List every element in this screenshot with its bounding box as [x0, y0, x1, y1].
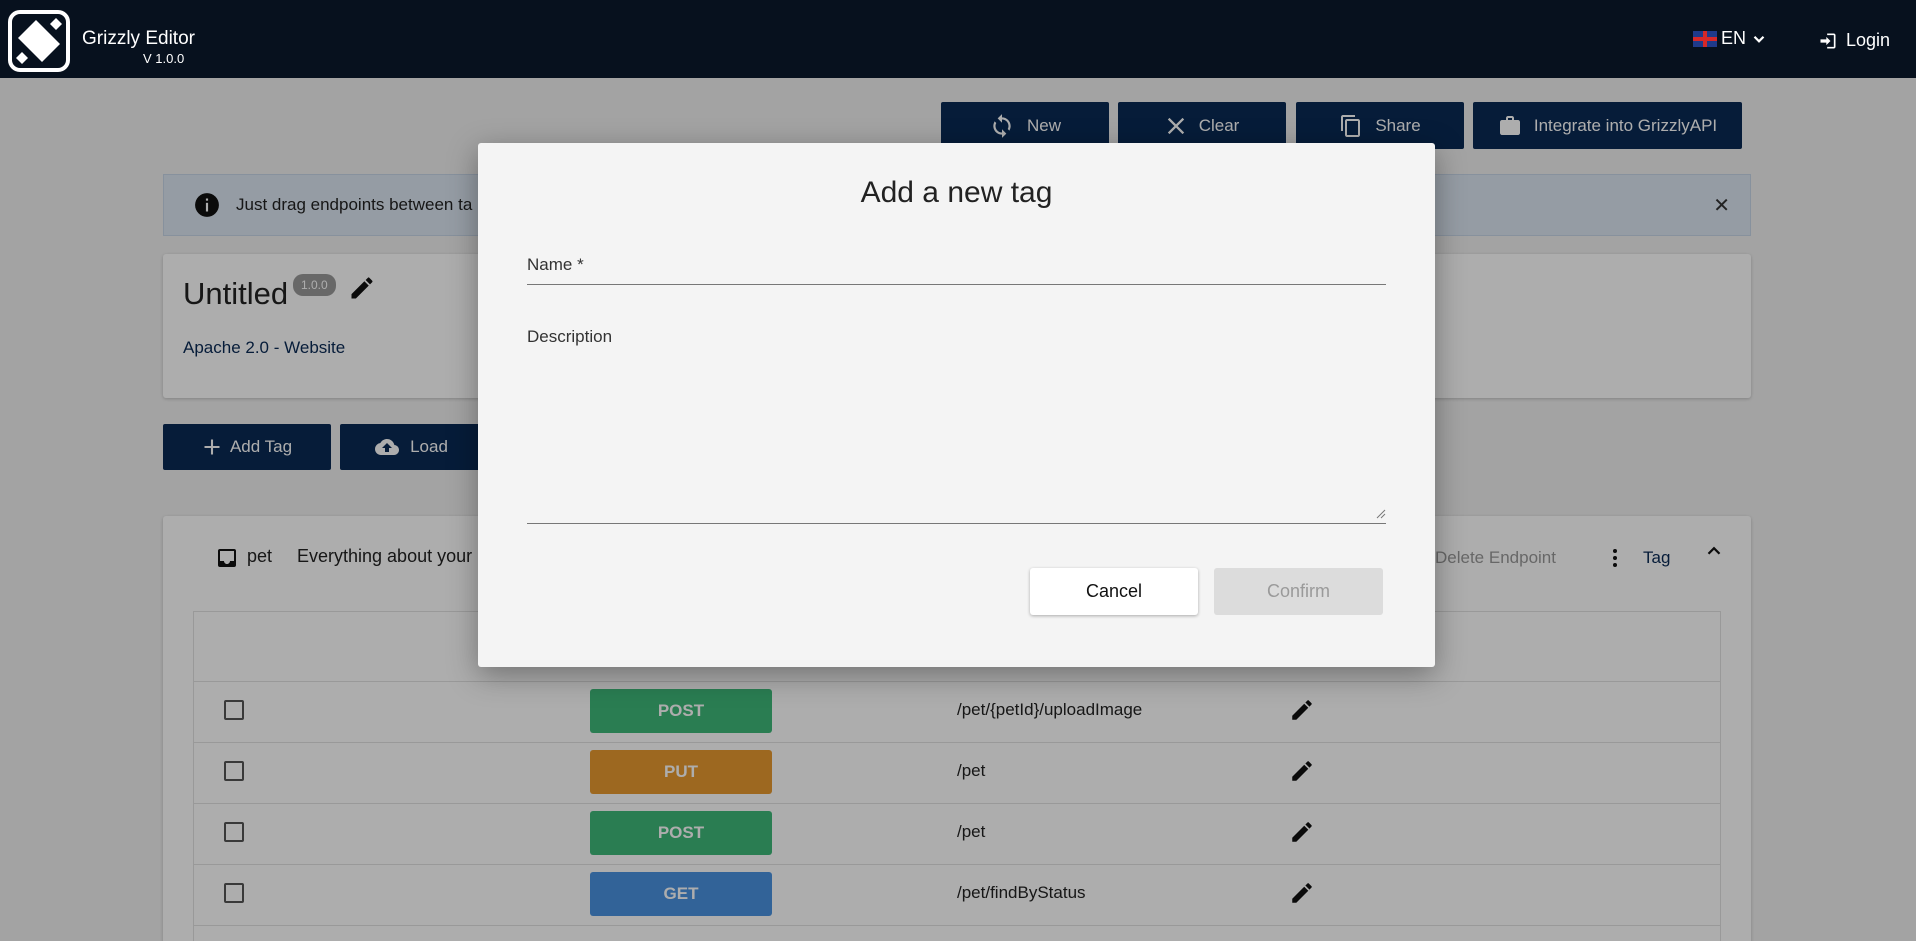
app-title: Grizzly Editor [82, 28, 195, 49]
add-tag-dialog: Add a new tag Name * Description Cancel … [478, 143, 1435, 667]
uk-flag-icon [1693, 30, 1717, 47]
name-label: Name * [527, 255, 584, 274]
language-selector[interactable]: EN [1693, 28, 1768, 49]
grizzly-logo-icon [8, 10, 70, 72]
description-field[interactable]: Description [527, 327, 1386, 524]
chevron-down-icon [1753, 35, 1765, 43]
description-label: Description [527, 327, 613, 346]
confirm-button[interactable]: Confirm [1214, 568, 1383, 615]
login-button[interactable]: Login [1818, 30, 1890, 51]
login-label: Login [1846, 30, 1891, 50]
resize-handle-icon[interactable] [1374, 507, 1386, 519]
app-header: Grizzly Editor V 1.0.0 EN Login [0, 0, 1916, 78]
login-icon [1820, 33, 1836, 48]
app-version: V 1.0.0 [143, 51, 185, 66]
name-field[interactable]: Name * [527, 255, 1386, 285]
language-label: EN [1721, 28, 1747, 48]
cancel-button[interactable]: Cancel [1030, 568, 1198, 615]
dialog-title: Add a new tag [860, 176, 1053, 209]
